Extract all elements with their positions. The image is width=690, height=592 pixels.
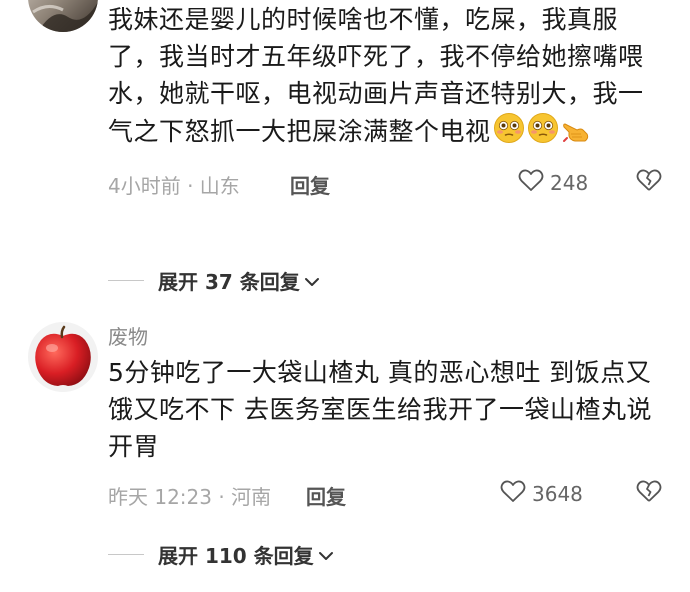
comment-text: 我妹还是婴儿的时候啥也不懂，吃屎，我真服了，我当时才五年级吓死了，我不停给她擦嘴… (108, 1, 668, 154)
comment-meta: 昨天 12:23 · 河南 回复 3648 (108, 473, 668, 513)
expand-replies-button[interactable]: 展开 110 条回复 (108, 540, 334, 569)
divider-line (108, 280, 144, 281)
expand-replies-label: 展开 110 条回复 (158, 544, 314, 568)
broken-heart-icon (636, 480, 662, 502)
expand-replies-label: 展开 37 条回复 (158, 270, 300, 294)
comment-meta: 4小时前 · 山东 回复 248 (108, 162, 668, 202)
comment-text: 5分钟吃了一大袋山楂丸 真的恶心想吐 到饭点又饿又吃不下 去医务室医生给我开了一… (108, 358, 652, 461)
expand-replies-button[interactable]: 展开 37 条回复 (108, 266, 320, 295)
like-count: 248 (550, 170, 589, 195)
apple-avatar-icon (28, 322, 98, 392)
broken-heart-icon (636, 169, 662, 191)
like-button[interactable]: 3648 (500, 479, 583, 508)
like-button[interactable]: 248 (518, 168, 588, 197)
dislike-button[interactable] (636, 168, 662, 197)
pointing-hand-icon (561, 114, 591, 154)
flushed-face-icon (493, 112, 525, 154)
time-location: 4小时前 · 山东 (108, 174, 240, 198)
like-count: 3648 (532, 481, 583, 506)
divider-line (108, 554, 144, 555)
reply-button[interactable]: 回复 (290, 170, 330, 199)
heart-icon (500, 479, 526, 508)
avatar[interactable] (28, 0, 98, 32)
heart-icon (518, 168, 544, 197)
chevron-down-icon (304, 269, 320, 293)
dislike-button[interactable] (636, 479, 662, 508)
flushed-face-icon (527, 112, 559, 154)
chevron-down-icon (318, 543, 334, 567)
time-location: 昨天 12:23 · 河南 (108, 485, 272, 509)
avatar[interactable] (28, 322, 98, 392)
username[interactable]: 废物 (108, 324, 668, 350)
reply-button[interactable]: 回复 (306, 481, 346, 510)
